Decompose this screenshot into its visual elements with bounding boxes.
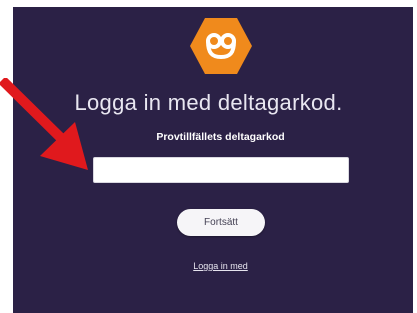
hexagon-logo-icon bbox=[190, 18, 252, 74]
continue-button[interactable]: Fortsätt bbox=[177, 209, 265, 236]
login-with-link[interactable]: Logga in med bbox=[0, 261, 417, 271]
red-arrow-icon bbox=[0, 78, 88, 170]
participant-code-input[interactable] bbox=[93, 157, 349, 183]
